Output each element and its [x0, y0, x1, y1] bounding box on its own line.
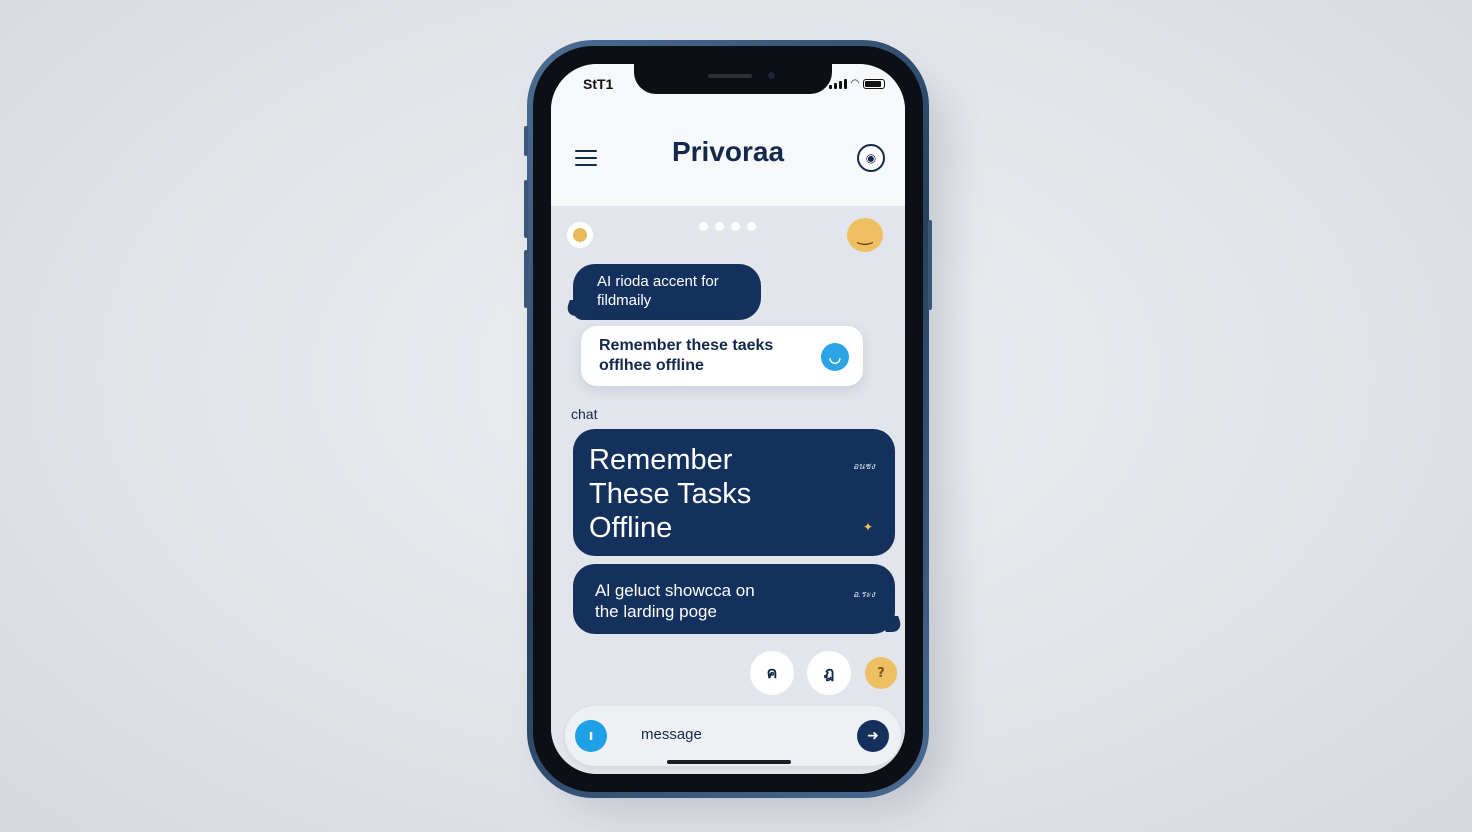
hero-line: Remember	[589, 444, 733, 476]
volume-up-button	[524, 180, 528, 238]
message-timestamp: อ.ระง	[853, 589, 875, 599]
profile-badge-icon[interactable]: ◉	[857, 144, 885, 172]
battery-icon	[863, 78, 885, 89]
send-icon[interactable]: ➜	[857, 720, 889, 752]
phone-screen: Privoraa ◉ StT1 ◠ ‿ AI rioda accent for …	[551, 64, 905, 774]
bot-avatar-icon	[567, 222, 593, 248]
quick-action-button[interactable]: ค	[750, 651, 794, 695]
showcase-message-bubble: Al geluct showcca on the larding poge อ.…	[573, 564, 895, 634]
showcase-line: Al geluct showcca on	[595, 581, 755, 600]
typing-indicator	[699, 222, 756, 231]
sparkle-icon: ✦	[862, 520, 873, 534]
quick-action-button[interactable]: ฎ	[807, 651, 851, 695]
silent-switch	[524, 126, 528, 156]
hero-line: These Tasks	[589, 478, 752, 510]
power-button	[928, 220, 932, 310]
message-input[interactable]: message	[641, 726, 702, 743]
shield-icon[interactable]: ◡	[821, 343, 849, 371]
task-card-line: offlhee offline	[599, 357, 704, 374]
status-icons: ◠	[829, 78, 885, 89]
message-line: AI rioda accent for	[597, 273, 719, 290]
showcase-line: the larding poge	[595, 602, 717, 621]
wifi-icon: ◠	[851, 78, 859, 89]
message-line: fildmaily	[597, 292, 652, 309]
status-bar: StT1 ◠	[551, 76, 905, 98]
assistant-message-bubble: AI rioda accent for fildmaily	[573, 264, 761, 320]
task-card-line: Remember these taeks	[599, 337, 774, 354]
status-time: StT1	[583, 76, 614, 92]
volume-down-button	[524, 250, 528, 308]
app-title: Privoraa	[671, 136, 785, 167]
help-button[interactable]: ?	[865, 657, 897, 689]
hero-message-bubble: Remember These Tasks Offline อนชง ✦	[573, 429, 895, 556]
phone-frame: Privoraa ◉ StT1 ◠ ‿ AI rioda accent for …	[524, 40, 932, 798]
smiley-icon[interactable]: ‿	[847, 218, 883, 252]
task-card[interactable]: Remember these taeks offlhee offline ◡	[581, 326, 863, 386]
hero-line: Offline	[589, 512, 673, 544]
chat-section-label: chat	[571, 406, 598, 422]
home-indicator[interactable]	[667, 760, 791, 764]
mic-icon[interactable]: ı	[575, 720, 607, 752]
chat-area: ‿ AI rioda accent for fildmaily Remember…	[551, 206, 905, 774]
message-composer[interactable]: ı message ➜	[565, 706, 901, 766]
signal-icon	[829, 78, 848, 89]
phone-bezel: Privoraa ◉ StT1 ◠ ‿ AI rioda accent for …	[533, 46, 923, 792]
message-timestamp: อนชง	[852, 461, 875, 471]
